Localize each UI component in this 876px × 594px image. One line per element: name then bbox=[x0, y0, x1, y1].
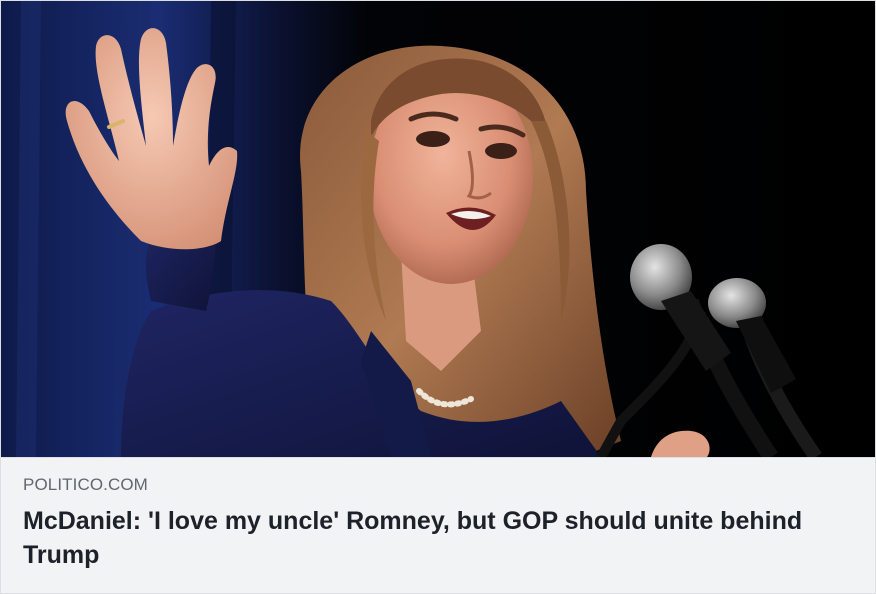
link-preview-card[interactable]: POLITICO.COM McDaniel: 'I love my uncle'… bbox=[0, 0, 876, 594]
source-domain: POLITICO.COM bbox=[23, 475, 148, 494]
article-thumbnail-image[interactable] bbox=[1, 1, 875, 457]
link-caption[interactable]: POLITICO.COM McDaniel: 'I love my uncle'… bbox=[1, 457, 875, 593]
article-headline[interactable]: McDaniel: 'I love my uncle' Romney, but … bbox=[23, 504, 853, 572]
